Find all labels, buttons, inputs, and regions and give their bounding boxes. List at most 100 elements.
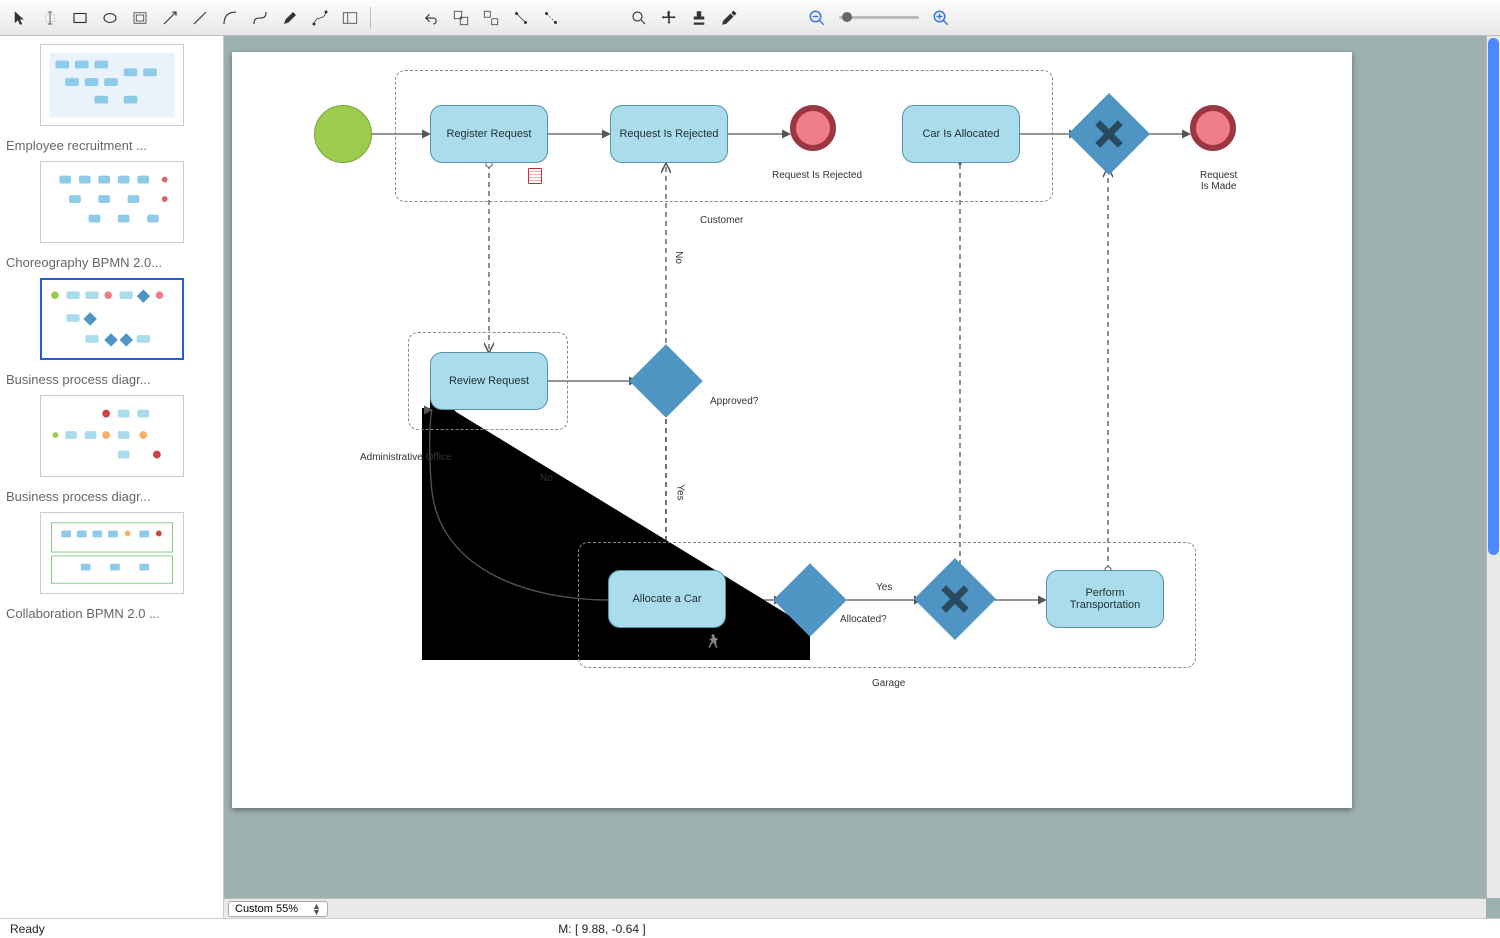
- task-car-allocated[interactable]: Car Is Allocated: [902, 105, 1020, 163]
- vertical-scrollbar[interactable]: [1486, 36, 1500, 898]
- bottom-bar: Custom 55% ▲▼: [224, 898, 1486, 918]
- gateway-approved[interactable]: [629, 344, 703, 418]
- zoom-in-button[interactable]: [927, 5, 955, 31]
- diagram-page[interactable]: Customer Register Request Request Is Rej…: [232, 52, 1352, 808]
- thumbnail-label: Employee recruitment ...: [4, 132, 219, 157]
- ellipse-icon: [101, 9, 119, 27]
- main-toolbar: [0, 0, 1500, 36]
- pane-button[interactable]: [336, 5, 364, 31]
- end-event-rejected[interactable]: [790, 105, 836, 151]
- task-label: Car Is Allocated: [922, 128, 999, 140]
- canvas-area: Customer Register Request Request Is Rej…: [224, 36, 1500, 918]
- thumbnail-label: Business process diagr...: [4, 366, 219, 391]
- thumbnail-item[interactable]: Choreography BPMN 2.0...: [4, 161, 219, 274]
- rect-icon: [71, 9, 89, 27]
- ellipse-button[interactable]: [96, 5, 124, 31]
- task-review-request[interactable]: Review Request: [430, 352, 548, 410]
- shape-tools: [6, 5, 364, 31]
- thumbnail-item[interactable]: Business process diagr...: [4, 395, 219, 508]
- container-button[interactable]: [126, 5, 154, 31]
- edge-label-yes: Yes: [675, 484, 686, 500]
- view-tools: [625, 5, 743, 31]
- task-label: Register Request: [447, 128, 532, 140]
- pan-icon: [660, 9, 678, 27]
- container-icon: [131, 9, 149, 27]
- end-label-rejected: Request Is Rejected: [772, 170, 862, 181]
- task-perform-transport[interactable]: Perform Transportation: [1046, 570, 1164, 628]
- bezier-icon: [251, 9, 269, 27]
- task-label: Perform Transportation: [1051, 587, 1159, 611]
- edit-tools: [417, 5, 565, 31]
- thumbnail-item[interactable]: Business process diagr...: [4, 278, 219, 391]
- undo-icon: [422, 9, 440, 27]
- zoom-level-select[interactable]: Custom 55% ▲▼: [228, 901, 328, 917]
- ungroup-button[interactable]: [477, 5, 505, 31]
- pen-icon: [281, 9, 299, 27]
- task-allocate-car[interactable]: Allocate a Car: [608, 570, 726, 628]
- zoom-out-button[interactable]: [803, 5, 831, 31]
- node-edit-button[interactable]: [306, 5, 334, 31]
- zoom-slider[interactable]: [839, 16, 919, 19]
- curve-icon: [221, 9, 239, 27]
- group-icon: [452, 9, 470, 27]
- zoom-level-label: Custom 55%: [235, 903, 298, 915]
- disconnect-button[interactable]: [537, 5, 565, 31]
- rect-button[interactable]: [66, 5, 94, 31]
- thumbnail-label: Choreography BPMN 2.0...: [4, 249, 219, 274]
- note-icon: [528, 168, 542, 184]
- pool-label-admin: Administrative Office: [360, 452, 452, 463]
- pen-button[interactable]: [276, 5, 304, 31]
- start-event[interactable]: [314, 105, 372, 163]
- connect-button[interactable]: [507, 5, 535, 31]
- status-bar: Ready M: [ 9.88, -0.64 ]: [0, 918, 1500, 938]
- status-coords: M: [ 9.88, -0.64 ]: [558, 922, 645, 936]
- thumbnail-label: Collaboration BPMN 2.0 ...: [4, 600, 219, 625]
- thumbnail-item[interactable]: Employee recruitment ...: [4, 44, 219, 157]
- stamp-icon: [690, 9, 708, 27]
- gateway-label-allocated: Allocated?: [840, 614, 887, 625]
- task-label: Allocate a Car: [632, 593, 701, 605]
- text-cursor-button[interactable]: [36, 5, 64, 31]
- disconnect-icon: [542, 9, 560, 27]
- eyedropper-icon: [720, 9, 738, 27]
- task-label: Review Request: [449, 375, 529, 387]
- edge-label-no: No: [673, 251, 684, 264]
- bezier-button[interactable]: [246, 5, 274, 31]
- manual-task-icon: [704, 632, 722, 650]
- separator: [370, 7, 371, 29]
- canvas-scroll[interactable]: Customer Register Request Request Is Rej…: [224, 36, 1500, 918]
- line-button[interactable]: [186, 5, 214, 31]
- curve-button[interactable]: [216, 5, 244, 31]
- task-register-request[interactable]: Register Request: [430, 105, 548, 163]
- zoom-button[interactable]: [625, 5, 653, 31]
- eyedropper-button[interactable]: [715, 5, 743, 31]
- zoom-icon: [630, 9, 648, 27]
- edge-label-yes2: Yes: [876, 582, 892, 593]
- group-button[interactable]: [447, 5, 475, 31]
- end-label-made: Request Is Made: [1200, 170, 1237, 192]
- pool-label-garage: Garage: [872, 678, 905, 689]
- node-edit-icon: [311, 9, 329, 27]
- ungroup-icon: [482, 9, 500, 27]
- arrow-icon: [161, 9, 179, 27]
- task-request-rejected[interactable]: Request Is Rejected: [610, 105, 728, 163]
- stamp-button[interactable]: [685, 5, 713, 31]
- pane-icon: [341, 9, 359, 27]
- gateway-parallel-1[interactable]: [1068, 93, 1150, 175]
- pointer-icon: [11, 9, 29, 27]
- stepper-icon: ▲▼: [312, 903, 321, 915]
- undo-button[interactable]: [417, 5, 445, 31]
- thumbnail-item[interactable]: Collaboration BPMN 2.0 ...: [4, 512, 219, 625]
- zoom-controls: [803, 5, 955, 31]
- end-event-made[interactable]: [1190, 105, 1236, 151]
- edge-label-no2: No: [540, 473, 553, 484]
- task-label: Request Is Rejected: [619, 128, 718, 140]
- page-thumbnails-sidebar[interactable]: Employee recruitment ... Choreography BP…: [0, 36, 224, 918]
- gateway-label-approved: Approved?: [710, 396, 758, 407]
- pan-button[interactable]: [655, 5, 683, 31]
- line-icon: [191, 9, 209, 27]
- pointer-button[interactable]: [6, 5, 34, 31]
- arrow-button[interactable]: [156, 5, 184, 31]
- connect-icon: [512, 9, 530, 27]
- pool-label-customer: Customer: [700, 215, 743, 226]
